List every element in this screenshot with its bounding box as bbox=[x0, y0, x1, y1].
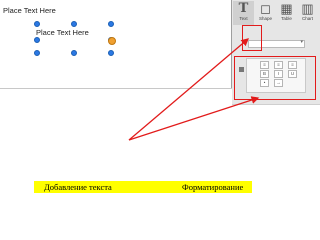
arrow-to-text-tool bbox=[128, 38, 249, 141]
caption-bar: Добавление текста Форматирование bbox=[34, 181, 252, 193]
annotation-arrows bbox=[128, 38, 260, 141]
caption-add-text: Добавление текста bbox=[44, 182, 112, 192]
caption-formatting: Форматирование bbox=[182, 182, 244, 192]
arrow-to-formatting bbox=[128, 96, 260, 141]
